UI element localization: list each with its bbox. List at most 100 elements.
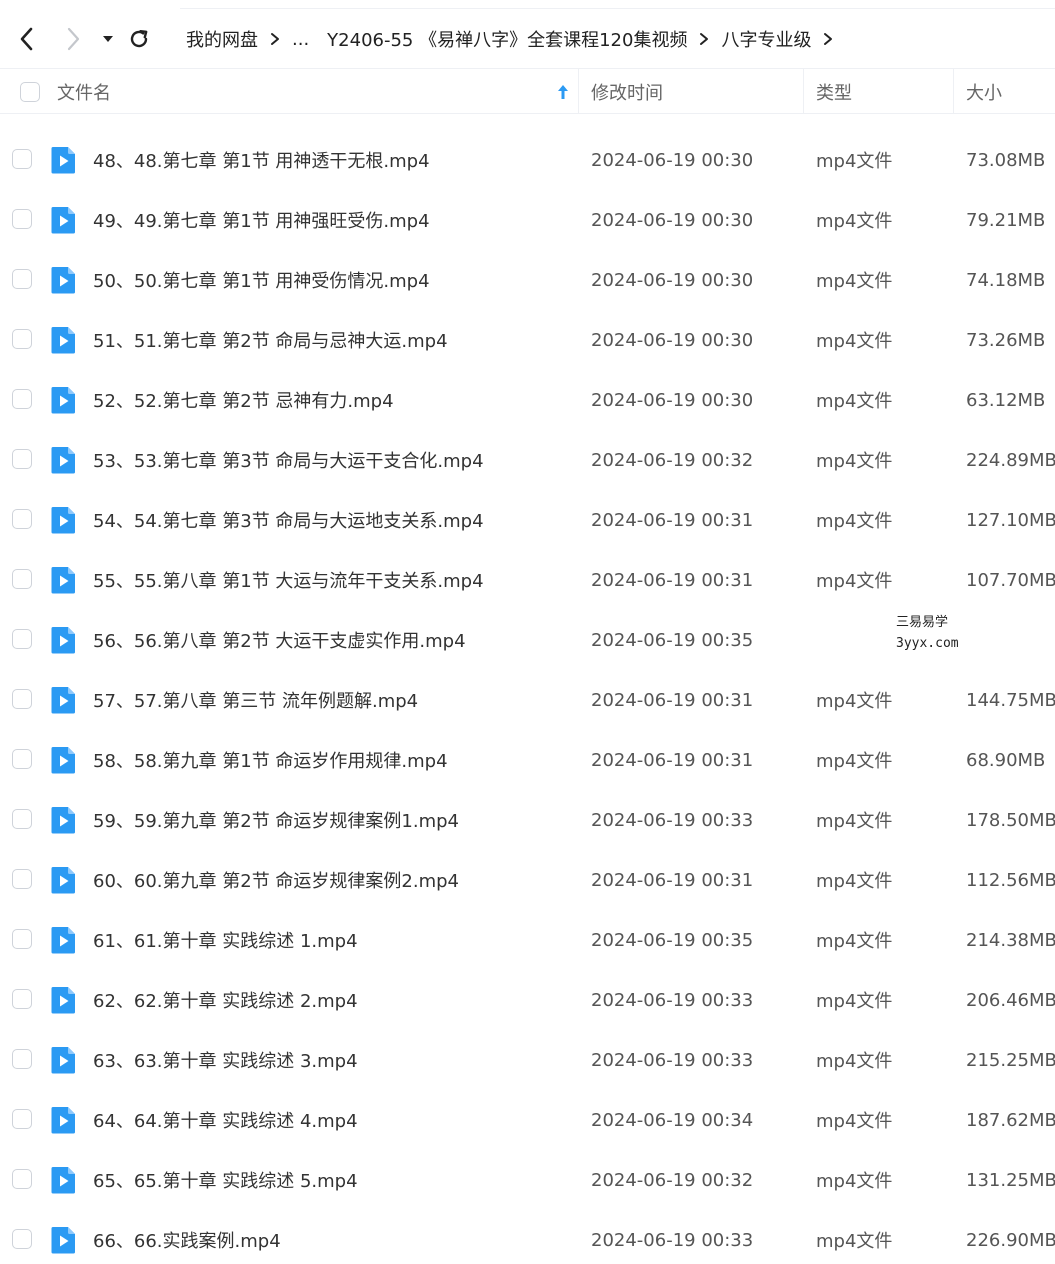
file-name[interactable]: 50、50.第七章 第1节 用神受伤情况.mp4 xyxy=(93,250,430,310)
video-file-icon xyxy=(51,687,75,714)
column-header-size[interactable]: 大小 xyxy=(966,69,1002,114)
chevron-left-icon xyxy=(20,27,33,51)
table-row[interactable]: 51、51.第七章 第2节 命局与忌神大运.mp4 2024-06-19 00:3… xyxy=(0,310,1055,370)
file-name[interactable]: 63、63.第十章 实践综述 3.mp4 xyxy=(93,1030,358,1090)
row-checkbox[interactable] xyxy=(12,449,32,469)
column-header-name[interactable]: 文件名 xyxy=(57,69,111,114)
file-name[interactable]: 48、48.第七章 第1节 用神透干无根.mp4 xyxy=(93,130,430,190)
video-file-icon xyxy=(51,807,75,834)
file-name[interactable]: 59、59.第九章 第2节 命运岁规律案例1.mp4 xyxy=(93,790,459,850)
file-name[interactable]: 55、55.第八章 第1节 大运与流年干支关系.mp4 xyxy=(93,550,484,610)
row-checkbox[interactable] xyxy=(12,629,32,649)
file-modified-time: 2024-06-19 00:30 xyxy=(591,329,754,351)
row-checkbox[interactable] xyxy=(12,149,32,169)
file-size: 214.38MB xyxy=(966,929,1055,951)
file-type: mp4文件 xyxy=(816,1171,893,1192)
table-row[interactable]: 48、48.第七章 第1节 用神透干无根.mp4 2024-06-19 00:30… xyxy=(0,130,1055,190)
row-checkbox[interactable] xyxy=(12,749,32,769)
table-row[interactable]: 53、53.第七章 第3节 命局与大运干支合化.mp4 2024-06-19 00… xyxy=(0,430,1055,490)
column-divider[interactable] xyxy=(953,69,954,114)
file-size: 224.89MB xyxy=(966,449,1055,471)
row-checkbox[interactable] xyxy=(12,389,32,409)
file-modified-time: 2024-06-19 00:31 xyxy=(591,689,754,711)
table-row[interactable]: 61、61.第十章 实践综述 1.mp4 2024-06-19 00:35 mp4文… xyxy=(0,910,1055,970)
table-row[interactable]: 66、66.实践案例.mp4 2024-06-19 00:33 mp4文件 226.9… xyxy=(0,1210,1055,1264)
table-row[interactable]: 54、54.第七章 第3节 命局与大运地支关系.mp4 2024-06-19 00… xyxy=(0,490,1055,550)
select-all-checkbox[interactable] xyxy=(20,69,40,114)
file-name[interactable]: 64、64.第十章 实践综述 4.mp4 xyxy=(93,1090,358,1150)
chevron-right-icon xyxy=(823,32,833,46)
column-header-modified[interactable]: 修改时间 xyxy=(591,69,663,114)
file-name[interactable]: 65、65.第十章 实践综述 5.mp4 xyxy=(93,1150,358,1210)
row-checkbox[interactable] xyxy=(12,929,32,949)
file-modified-time: 2024-06-19 00:35 xyxy=(591,629,754,651)
file-name[interactable]: 58、58.第九章 第1节 命运岁作用规律.mp4 xyxy=(93,730,448,790)
row-checkbox[interactable] xyxy=(12,989,32,1009)
file-type: mp4文件 xyxy=(816,571,893,592)
file-size: 144.75MB xyxy=(966,689,1055,711)
video-file-icon xyxy=(51,1047,75,1074)
row-checkbox[interactable] xyxy=(12,509,32,529)
row-checkbox[interactable] xyxy=(12,1169,32,1189)
row-checkbox[interactable] xyxy=(12,1109,32,1129)
file-type: mp4文件 xyxy=(816,991,893,1012)
table-row[interactable]: 50、50.第七章 第1节 用神受伤情况.mp4 2024-06-19 00:30… xyxy=(0,250,1055,310)
forward-button[interactable] xyxy=(56,22,90,56)
file-name[interactable]: 66、66.实践案例.mp4 xyxy=(93,1210,281,1264)
row-checkbox[interactable] xyxy=(12,689,32,709)
file-name[interactable]: 56、56.第八章 第2节 大运干支虚实作用.mp4 xyxy=(93,610,466,670)
file-name[interactable]: 49、49.第七章 第1节 用神强旺受伤.mp4 xyxy=(93,190,430,250)
column-header-type[interactable]: 类型 xyxy=(816,69,852,114)
row-checkbox[interactable] xyxy=(12,329,32,349)
file-name[interactable]: 60、60.第九章 第2节 命运岁规律案例2.mp4 xyxy=(93,850,459,910)
row-checkbox[interactable] xyxy=(12,269,32,289)
breadcrumb-item-current-folder[interactable]: 八字专业级 xyxy=(721,26,811,52)
table-row[interactable]: 65、65.第十章 实践综述 5.mp4 2024-06-19 00:32 mp4文… xyxy=(0,1150,1055,1210)
row-checkbox[interactable] xyxy=(12,1049,32,1069)
file-type: mp4文件 xyxy=(816,1111,893,1132)
table-row[interactable]: 62、62.第十章 实践综述 2.mp4 2024-06-19 00:33 mp4文… xyxy=(0,970,1055,1030)
file-name[interactable]: 52、52.第七章 第2节 忌神有力.mp4 xyxy=(93,370,394,430)
chevron-right-icon xyxy=(270,32,280,46)
table-row[interactable]: 49、49.第七章 第1节 用神强旺受伤.mp4 2024-06-19 00:30… xyxy=(0,190,1055,250)
refresh-button[interactable] xyxy=(122,22,156,56)
breadcrumb-item-course-folder[interactable]: Y2406-55 《易禅八字》全套课程120集视频 xyxy=(327,26,687,52)
file-size: 73.08MB xyxy=(966,149,1046,171)
file-name[interactable]: 57、57.第八章 第三节 流年例题解.mp4 xyxy=(93,670,418,730)
table-row[interactable]: 52、52.第七章 第2节 忌神有力.mp4 2024-06-19 00:30 mp… xyxy=(0,370,1055,430)
column-divider[interactable] xyxy=(578,69,579,114)
file-type: mp4文件 xyxy=(816,1231,893,1252)
row-checkbox[interactable] xyxy=(12,569,32,589)
file-name[interactable]: 61、61.第十章 实践综述 1.mp4 xyxy=(93,910,358,970)
file-name[interactable]: 54、54.第七章 第3节 命局与大运地支关系.mp4 xyxy=(93,490,484,550)
file-type: mp4文件 xyxy=(816,211,893,232)
file-size: 187.62MB xyxy=(966,1109,1055,1131)
refresh-icon xyxy=(130,30,148,48)
table-row[interactable]: 64、64.第十章 实践综述 4.mp4 2024-06-19 00:34 mp4文… xyxy=(0,1090,1055,1150)
history-dropdown-button[interactable] xyxy=(92,22,124,56)
file-name[interactable]: 62、62.第十章 实践综述 2.mp4 xyxy=(93,970,358,1030)
file-type: mp4文件 xyxy=(816,511,893,532)
row-checkbox[interactable] xyxy=(12,1229,32,1249)
row-checkbox[interactable] xyxy=(12,869,32,889)
file-modified-time: 2024-06-19 00:33 xyxy=(591,809,754,831)
row-checkbox[interactable] xyxy=(12,809,32,829)
column-divider[interactable] xyxy=(803,69,804,114)
arrow-up-icon[interactable] xyxy=(556,83,570,101)
table-row[interactable]: 58、58.第九章 第1节 命运岁作用规律.mp4 2024-06-19 00:3… xyxy=(0,730,1055,790)
file-name[interactable]: 51、51.第七章 第2节 命局与忌神大运.mp4 xyxy=(93,310,448,370)
toolbar: 我的网盘 ... Y2406-55 《易禅八字》全套课程120集视频 八字专业级 xyxy=(0,0,1055,69)
file-size: 215.25MB xyxy=(966,1049,1055,1071)
table-row[interactable]: 57、57.第八章 第三节 流年例题解.mp4 2024-06-19 00:31 m… xyxy=(0,670,1055,730)
checkbox-box[interactable] xyxy=(20,81,40,102)
file-name[interactable]: 53、53.第七章 第3节 命局与大运干支合化.mp4 xyxy=(93,430,484,490)
breadcrumb-item-ellipsis[interactable]: ... xyxy=(292,29,309,50)
back-button[interactable] xyxy=(10,22,44,56)
file-size: 226.90MB xyxy=(966,1229,1055,1251)
table-row[interactable]: 59、59.第九章 第2节 命运岁规律案例1.mp4 2024-06-19 00:… xyxy=(0,790,1055,850)
table-row[interactable]: 63、63.第十章 实践综述 3.mp4 2024-06-19 00:33 mp4文… xyxy=(0,1030,1055,1090)
table-row[interactable]: 60、60.第九章 第2节 命运岁规律案例2.mp4 2024-06-19 00:… xyxy=(0,850,1055,910)
table-row[interactable]: 55、55.第八章 第1节 大运与流年干支关系.mp4 2024-06-19 00… xyxy=(0,550,1055,610)
breadcrumb-item-my-drive[interactable]: 我的网盘 xyxy=(186,26,258,52)
row-checkbox[interactable] xyxy=(12,209,32,229)
